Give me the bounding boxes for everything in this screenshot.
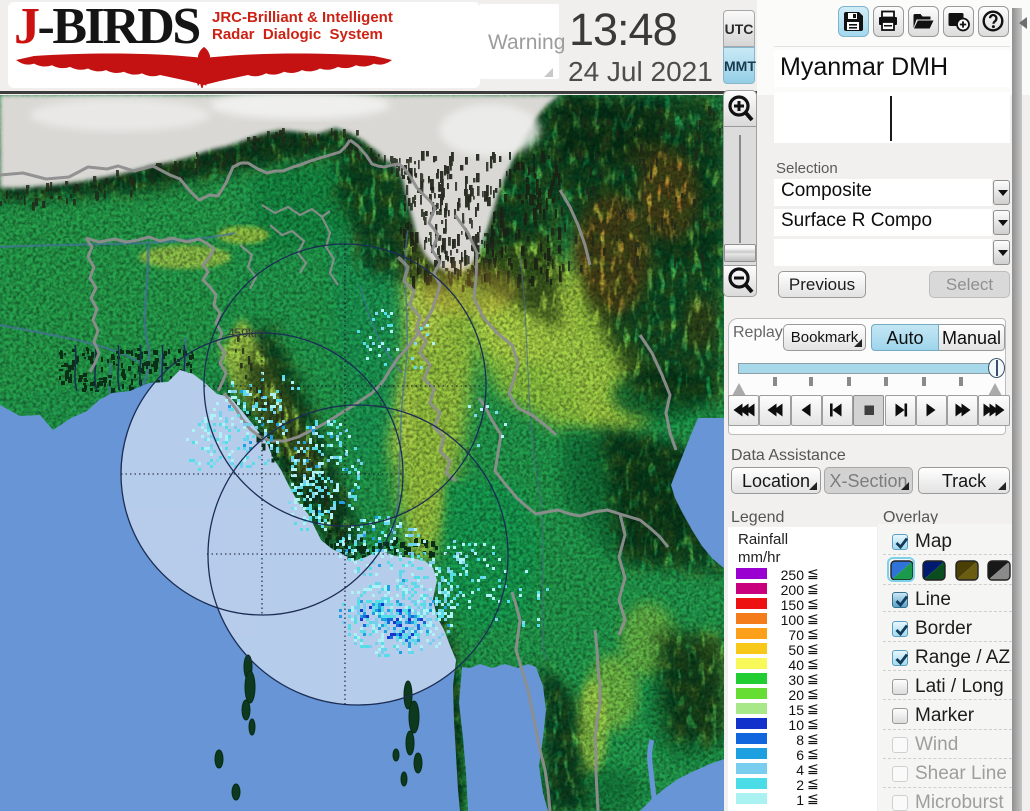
svg-text:450km: 450km [228,326,264,340]
